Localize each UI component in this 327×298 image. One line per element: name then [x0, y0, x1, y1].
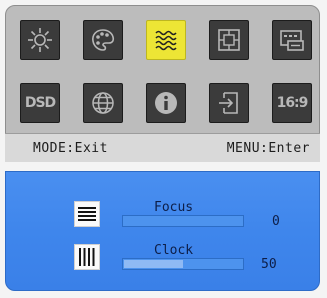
language-globe-icon — [92, 92, 114, 114]
clock-param-icon — [74, 244, 100, 270]
focus-slider[interactable] — [122, 215, 244, 227]
horizontal-lines-icon — [78, 207, 96, 221]
color-tile[interactable] — [83, 20, 123, 60]
osd-settings-tile[interactable] — [272, 20, 312, 60]
focus-label: Focus — [154, 200, 194, 215]
menu-enter-hint: MENU:Enter — [226, 141, 310, 156]
dsd-tile[interactable]: DSD — [20, 83, 60, 123]
wave-icon — [155, 30, 177, 51]
vertical-lines-icon — [79, 248, 95, 266]
dsd-icon: DSD — [24, 95, 56, 111]
brightness-tile[interactable] — [20, 20, 60, 60]
input-source-tile[interactable] — [209, 83, 249, 123]
clock-value: 50 — [261, 257, 277, 272]
hint-bar: MODE:Exit MENU:Enter — [5, 133, 320, 162]
info-icon — [155, 92, 177, 114]
aspect-ratio-icon: 16:9 — [276, 95, 309, 111]
picture-tuning-tile[interactable] — [146, 20, 186, 60]
clock-slider-fill — [124, 260, 183, 268]
input-source-icon — [219, 92, 238, 114]
focus-param-icon — [74, 201, 100, 227]
position-icon — [218, 29, 240, 51]
aspect-ratio-tile[interactable]: 16:9 — [272, 83, 312, 123]
info-tile[interactable] — [146, 83, 186, 123]
focus-value: 0 — [272, 214, 280, 229]
position-tile[interactable] — [209, 20, 249, 60]
color-palette-icon — [92, 29, 115, 51]
osd-settings-icon — [280, 30, 304, 51]
mode-exit-hint: MODE:Exit — [33, 141, 108, 156]
language-tile[interactable] — [83, 83, 123, 123]
settings-panel: Focus 0 Clock 50 — [5, 171, 320, 291]
clock-label: Clock — [154, 243, 194, 258]
clock-slider[interactable] — [122, 258, 244, 270]
brightness-icon — [28, 28, 52, 52]
